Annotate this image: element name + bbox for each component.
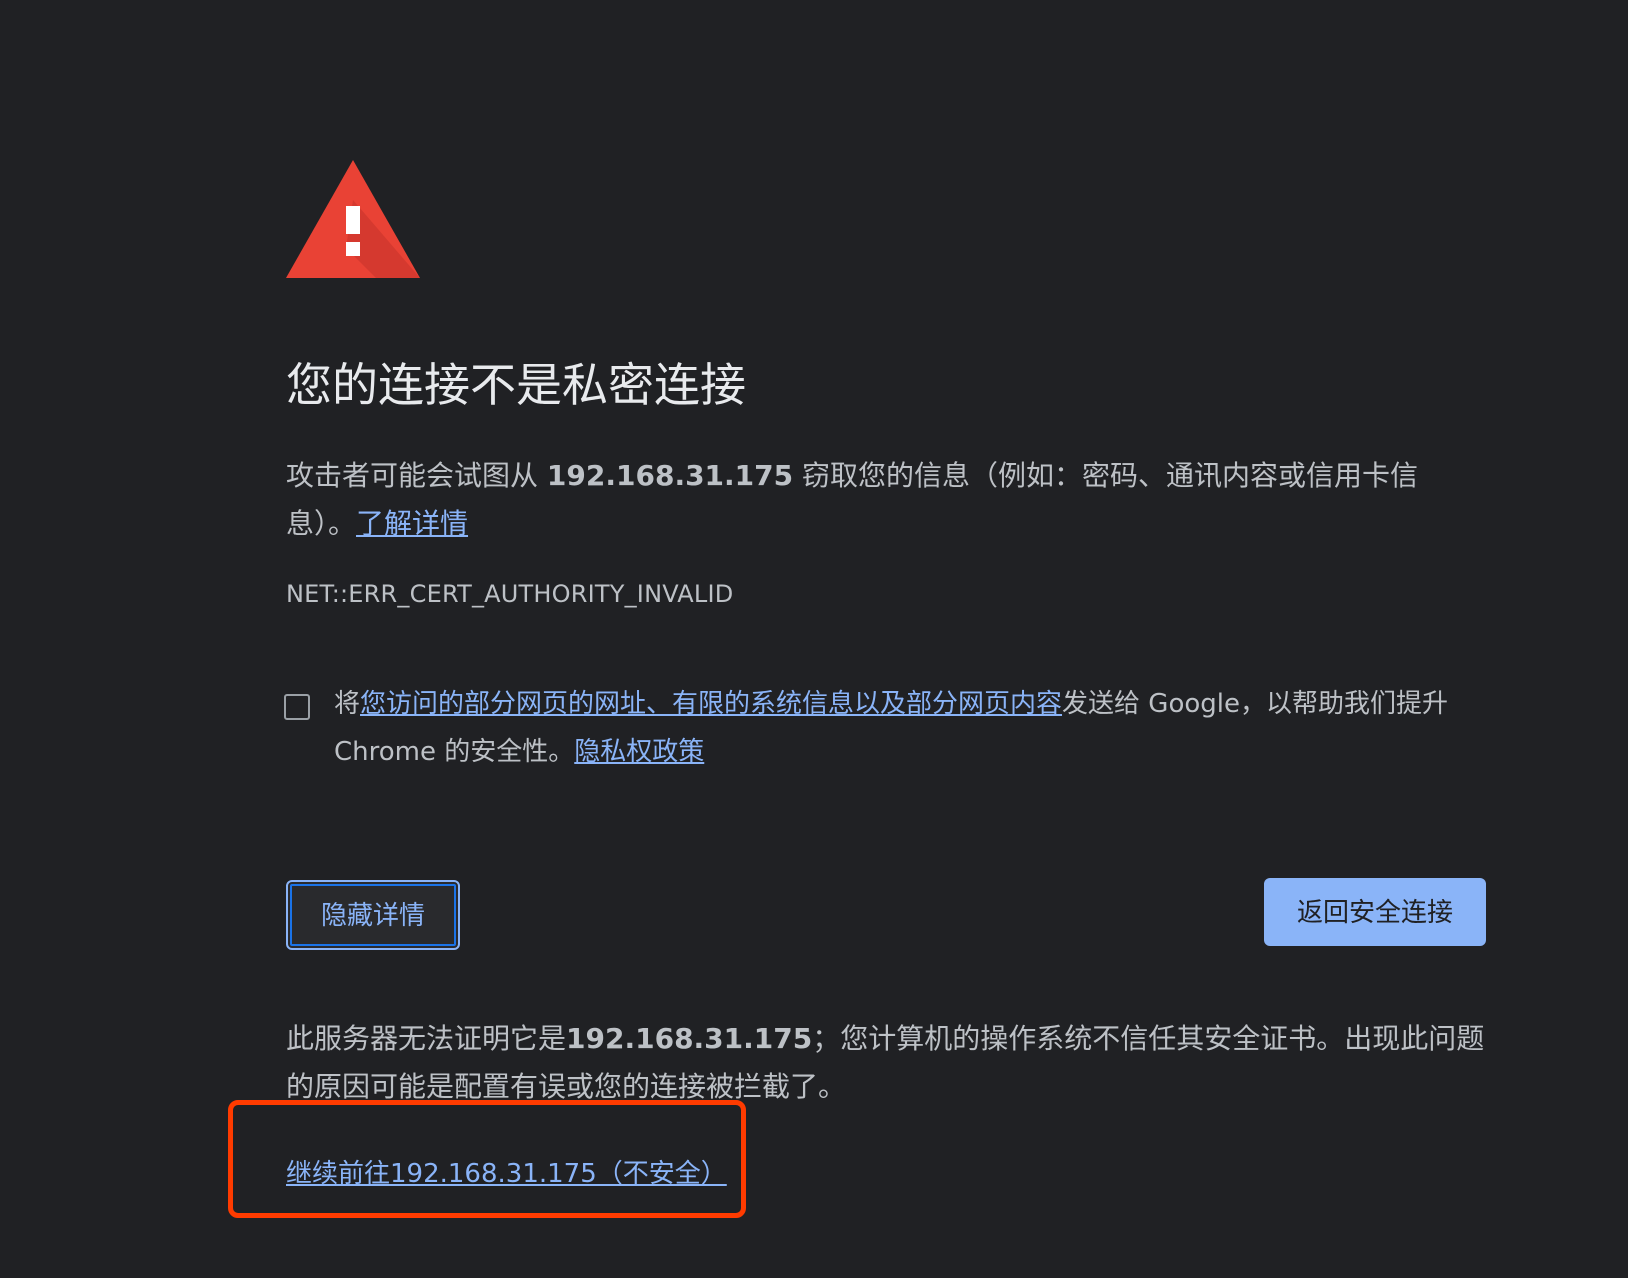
hide-details-button[interactable]: 隐藏详情 xyxy=(286,880,460,950)
interstitial-page: 您的连接不是私密连接 攻击者可能会试图从 192.168.31.175 窃取您的… xyxy=(284,0,1486,1278)
report-prefix: 将 xyxy=(334,689,361,719)
main-message: 攻击者可能会试图从 192.168.31.175 窃取您的信息（例如：密码、通讯… xyxy=(286,452,1486,548)
host-name: 192.168.31.175 xyxy=(546,459,794,492)
warning-triangle-icon xyxy=(286,160,420,278)
proceed-unsafe-link[interactable]: 继续前往192.168.31.175（不安全） xyxy=(286,1156,727,1192)
report-text: 将您访问的部分网页的网址、有限的系统信息以及部分网页内容发送给 Google，以… xyxy=(334,680,1484,776)
main-message-prefix: 攻击者可能会试图从 xyxy=(286,459,547,492)
error-code: NET::ERR_CERT_AUTHORITY_INVALID xyxy=(286,580,734,608)
details-host: 192.168.31.175 xyxy=(566,1022,813,1055)
back-to-safety-button[interactable]: 返回安全连接 xyxy=(1264,878,1486,946)
privacy-policy-link[interactable]: 隐私权政策 xyxy=(574,737,704,767)
details-message: 此服务器无法证明它是192.168.31.175；您计算机的操作系统不信任其安全… xyxy=(286,1015,1486,1111)
learn-more-link[interactable]: 了解详情 xyxy=(356,507,468,540)
page-title: 您的连接不是私密连接 xyxy=(286,358,746,412)
report-checkbox[interactable] xyxy=(284,694,310,720)
details-prefix: 此服务器无法证明它是 xyxy=(286,1022,567,1055)
report-details-link[interactable]: 您访问的部分网页的网址、有限的系统信息以及部分网页内容 xyxy=(360,689,1062,719)
